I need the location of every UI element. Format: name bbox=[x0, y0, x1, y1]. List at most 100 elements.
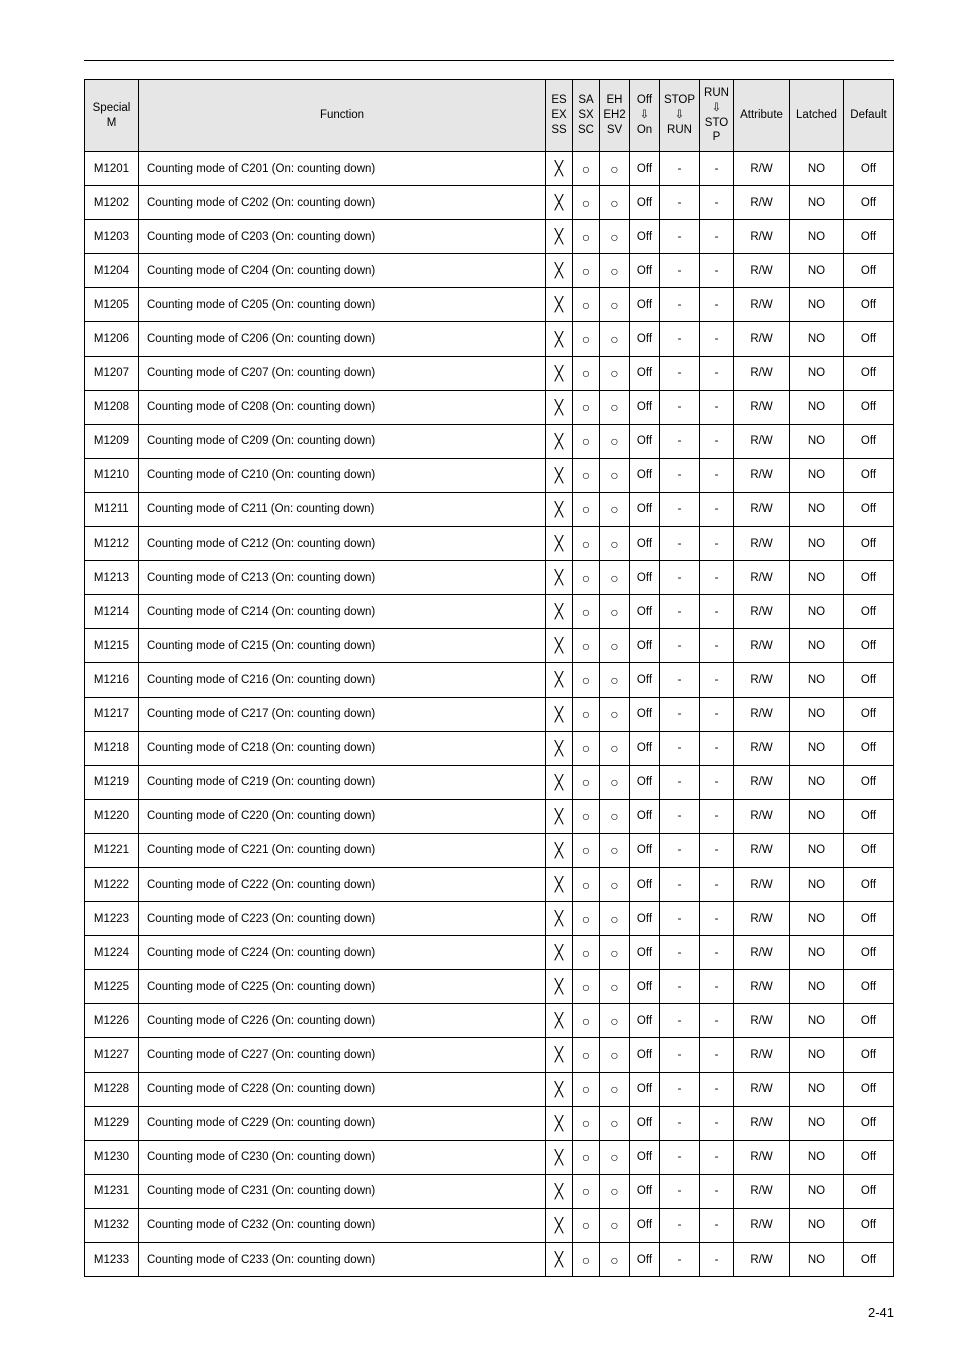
cell-function: Counting mode of C226 (On: counting down… bbox=[139, 1004, 546, 1038]
cell-attribute: R/W bbox=[734, 629, 790, 663]
cell-attribute: R/W bbox=[734, 1140, 790, 1174]
cell-sa: ○ bbox=[573, 1004, 600, 1038]
cell-off: Off bbox=[630, 697, 660, 731]
cell-id: M1208 bbox=[85, 390, 139, 424]
cell-run: - bbox=[700, 697, 734, 731]
cell-attribute: R/W bbox=[734, 1072, 790, 1106]
cell-eh: ○ bbox=[600, 527, 630, 561]
cell-default: Off bbox=[844, 152, 894, 186]
cell-off: Off bbox=[630, 902, 660, 936]
table-row: M1213Counting mode of C213 (On: counting… bbox=[85, 561, 894, 595]
table-row: M1207Counting mode of C207 (On: counting… bbox=[85, 356, 894, 390]
cell-stop: - bbox=[660, 595, 700, 629]
cell-id: M1225 bbox=[85, 970, 139, 1004]
cell-eh: ○ bbox=[600, 765, 630, 799]
cell-sa: ○ bbox=[573, 186, 600, 220]
table-row: M1228Counting mode of C228 (On: counting… bbox=[85, 1072, 894, 1106]
cell-latched: NO bbox=[790, 833, 844, 867]
cell-attribute: R/W bbox=[734, 663, 790, 697]
cell-attribute: R/W bbox=[734, 902, 790, 936]
cell-stop: - bbox=[660, 152, 700, 186]
cell-sa: ○ bbox=[573, 288, 600, 322]
cell-id: M1224 bbox=[85, 936, 139, 970]
cell-eh: ○ bbox=[600, 663, 630, 697]
page-number: 2-41 bbox=[868, 1305, 894, 1320]
cell-latched: NO bbox=[790, 970, 844, 1004]
cell-off: Off bbox=[630, 799, 660, 833]
cell-latched: NO bbox=[790, 663, 844, 697]
cell-run: - bbox=[700, 492, 734, 526]
table-row: M1211Counting mode of C211 (On: counting… bbox=[85, 492, 894, 526]
cell-run: - bbox=[700, 527, 734, 561]
cell-eh: ○ bbox=[600, 1038, 630, 1072]
table-row: M1201Counting mode of C201 (On: counting… bbox=[85, 152, 894, 186]
cell-attribute: R/W bbox=[734, 936, 790, 970]
cell-attribute: R/W bbox=[734, 1174, 790, 1208]
cell-id: M1215 bbox=[85, 629, 139, 663]
cell-latched: NO bbox=[790, 152, 844, 186]
cell-stop: - bbox=[660, 1243, 700, 1277]
cell-sa: ○ bbox=[573, 1038, 600, 1072]
cell-es: ╳ bbox=[546, 492, 573, 526]
cell-latched: NO bbox=[790, 1208, 844, 1242]
cell-function: Counting mode of C227 (On: counting down… bbox=[139, 1038, 546, 1072]
cell-latched: NO bbox=[790, 288, 844, 322]
cell-function: Counting mode of C212 (On: counting down… bbox=[139, 527, 546, 561]
cell-function: Counting mode of C228 (On: counting down… bbox=[139, 1072, 546, 1106]
cell-latched: NO bbox=[790, 390, 844, 424]
cell-run: - bbox=[700, 595, 734, 629]
cell-sa: ○ bbox=[573, 527, 600, 561]
cell-function: Counting mode of C232 (On: counting down… bbox=[139, 1208, 546, 1242]
cell-run: - bbox=[700, 1106, 734, 1140]
table-row: M1210Counting mode of C210 (On: counting… bbox=[85, 458, 894, 492]
cell-latched: NO bbox=[790, 1106, 844, 1140]
cell-attribute: R/W bbox=[734, 186, 790, 220]
cell-sa: ○ bbox=[573, 595, 600, 629]
cell-default: Off bbox=[844, 765, 894, 799]
cell-es: ╳ bbox=[546, 1243, 573, 1277]
table-row: M1227Counting mode of C227 (On: counting… bbox=[85, 1038, 894, 1072]
cell-attribute: R/W bbox=[734, 1106, 790, 1140]
cell-sa: ○ bbox=[573, 1072, 600, 1106]
cell-off: Off bbox=[630, 1208, 660, 1242]
cell-function: Counting mode of C229 (On: counting down… bbox=[139, 1106, 546, 1140]
cell-id: M1210 bbox=[85, 458, 139, 492]
cell-stop: - bbox=[660, 390, 700, 424]
cell-off: Off bbox=[630, 629, 660, 663]
cell-attribute: R/W bbox=[734, 799, 790, 833]
cell-function: Counting mode of C222 (On: counting down… bbox=[139, 867, 546, 901]
cell-stop: - bbox=[660, 765, 700, 799]
cell-off: Off bbox=[630, 970, 660, 1004]
cell-eh: ○ bbox=[600, 833, 630, 867]
cell-stop: - bbox=[660, 1004, 700, 1038]
cell-off: Off bbox=[630, 595, 660, 629]
cell-stop: - bbox=[660, 902, 700, 936]
cell-off: Off bbox=[630, 731, 660, 765]
cell-sa: ○ bbox=[573, 1106, 600, 1140]
page-top-rule bbox=[84, 60, 894, 61]
cell-function: Counting mode of C203 (On: counting down… bbox=[139, 220, 546, 254]
cell-attribute: R/W bbox=[734, 458, 790, 492]
cell-sa: ○ bbox=[573, 629, 600, 663]
cell-attribute: R/W bbox=[734, 1243, 790, 1277]
cell-default: Off bbox=[844, 561, 894, 595]
cell-sa: ○ bbox=[573, 867, 600, 901]
cell-eh: ○ bbox=[600, 902, 630, 936]
cell-sa: ○ bbox=[573, 356, 600, 390]
cell-off: Off bbox=[630, 765, 660, 799]
table-row: M1204Counting mode of C204 (On: counting… bbox=[85, 254, 894, 288]
cell-es: ╳ bbox=[546, 288, 573, 322]
col-header-eh: EHEH2SV bbox=[600, 80, 630, 152]
cell-off: Off bbox=[630, 833, 660, 867]
cell-es: ╳ bbox=[546, 1174, 573, 1208]
cell-sa: ○ bbox=[573, 561, 600, 595]
cell-sa: ○ bbox=[573, 936, 600, 970]
cell-eh: ○ bbox=[600, 152, 630, 186]
cell-stop: - bbox=[660, 220, 700, 254]
cell-off: Off bbox=[630, 867, 660, 901]
cell-latched: NO bbox=[790, 1038, 844, 1072]
cell-latched: NO bbox=[790, 186, 844, 220]
cell-attribute: R/W bbox=[734, 970, 790, 1004]
cell-sa: ○ bbox=[573, 902, 600, 936]
cell-off: Off bbox=[630, 1243, 660, 1277]
